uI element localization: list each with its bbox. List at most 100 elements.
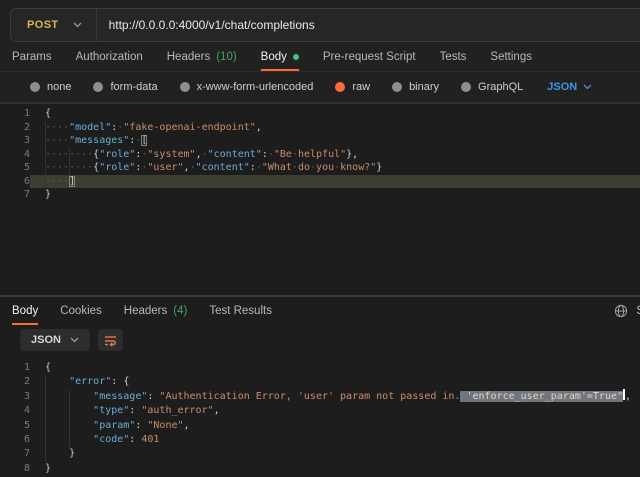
tab-label: Headers xyxy=(167,51,210,63)
line-number: 5 xyxy=(0,161,30,175)
code-token: "role" xyxy=(99,162,135,173)
body-mode-label: form-data xyxy=(110,81,157,93)
code-line: 4········{"role":·"system",·"content":·"… xyxy=(0,148,640,162)
code-token: { xyxy=(45,362,51,373)
tab-body[interactable]: Body xyxy=(261,42,299,71)
code-line: 7} xyxy=(0,188,640,202)
indent-guide xyxy=(45,134,46,148)
language-label: JSON xyxy=(547,81,577,93)
code-token: }, xyxy=(346,149,358,160)
code-line: 4 "type": "auth_error", xyxy=(0,404,640,418)
code-line: 5 "param": "None", xyxy=(0,419,640,433)
body-mode-none[interactable]: none xyxy=(30,81,71,93)
indent-guide xyxy=(45,121,46,135)
tab-headers[interactable]: Headers (10) xyxy=(167,42,237,71)
response-pane: Body Cookies Headers(4) Test Results S JSON xyxy=(0,295,640,477)
code-line: 8} xyxy=(0,462,640,476)
code-token: , xyxy=(214,405,220,416)
wrap-text-button[interactable] xyxy=(98,329,123,351)
line-number: 1 xyxy=(0,107,30,121)
body-mode-label: none xyxy=(47,81,71,93)
radio-icon xyxy=(30,82,40,92)
indent-guide xyxy=(69,404,70,418)
method-label: POST xyxy=(27,19,59,31)
request-body-editor[interactable]: 1{2····"model":·"fake-openai-endpoint",3… xyxy=(0,103,640,295)
response-tab-headers[interactable]: Headers(4) xyxy=(124,297,188,325)
line-number: 5 xyxy=(0,419,30,433)
body-mode-form-data[interactable]: form-data xyxy=(93,81,157,93)
code-token: } xyxy=(69,448,75,459)
response-body-viewer[interactable]: 1{2 "error": {3 "message": "Authenticati… xyxy=(0,355,640,477)
tab-authorization[interactable]: Authorization xyxy=(76,42,143,71)
body-mode-label: raw xyxy=(352,81,370,93)
line-content: { xyxy=(30,107,640,121)
tab-label: Body xyxy=(261,51,287,63)
response-tab-test-results[interactable]: Test Results xyxy=(209,297,272,325)
line-content: "code": 401 xyxy=(30,433,640,447)
tab-count-badge: (10) xyxy=(216,51,236,63)
tab-label: Pre-request Script xyxy=(323,51,416,63)
indent-guide xyxy=(45,390,46,404)
indent-guide xyxy=(45,148,46,162)
tab-params[interactable]: Params xyxy=(12,42,52,71)
body-mode-raw[interactable]: raw xyxy=(335,81,370,93)
indent-guide xyxy=(45,375,46,389)
tab-label: Authorization xyxy=(76,51,143,63)
url-input[interactable] xyxy=(97,18,577,32)
indent-guide xyxy=(69,419,70,433)
line-number: 7 xyxy=(0,188,30,202)
code-token: ···· xyxy=(45,176,69,187)
line-number: 4 xyxy=(0,404,30,418)
response-format-label: JSON xyxy=(31,334,61,346)
radio-icon xyxy=(335,82,345,92)
method-selector[interactable]: POST xyxy=(11,9,96,41)
response-tab-body[interactable]: Body xyxy=(12,297,38,325)
body-mode-list: none form-data x-www-form-urlencoded raw bin… xyxy=(0,72,640,103)
line-content: ····"messages":·[ xyxy=(30,134,640,148)
code-token: "role" xyxy=(99,149,135,160)
tab-settings[interactable]: Settings xyxy=(490,42,532,71)
code-token: 401 xyxy=(141,434,159,445)
body-mode-x-www-form-urlencoded[interactable]: x-www-form-urlencoded xyxy=(180,81,314,93)
code-token: "code" xyxy=(93,434,129,445)
code-token: "content" xyxy=(196,162,250,173)
tab-pre-request-script[interactable]: Pre-request Script xyxy=(323,42,416,71)
language-selector[interactable]: JSON xyxy=(547,81,592,93)
code-line: 2····"model":·"fake-openai-endpoint", xyxy=(0,121,640,135)
code-token: } xyxy=(45,463,51,474)
line-number: 8 xyxy=(0,462,30,476)
code-token: "model" xyxy=(69,122,111,133)
selected-text: 'enforce_user_param'=True" xyxy=(460,391,623,402)
response-format-selector[interactable]: JSON xyxy=(20,329,90,351)
globe-icon xyxy=(614,304,628,318)
code-line: 5········{"role":·"user",·"content":·"Wh… xyxy=(0,161,640,175)
body-mode-graphql[interactable]: GraphQL xyxy=(461,81,523,93)
radio-icon xyxy=(180,82,190,92)
indent-guide xyxy=(45,404,46,418)
response-tab-cookies[interactable]: Cookies xyxy=(60,297,102,325)
code-token: ···· xyxy=(45,122,69,133)
indent-guide xyxy=(45,175,46,189)
code-token: "fake-openai-endpoint" xyxy=(123,122,255,133)
code-token: "system" xyxy=(147,149,195,160)
unsaved-dot-icon xyxy=(293,54,299,60)
response-meta: S xyxy=(614,297,640,325)
response-tabs: Body Cookies Headers(4) Test Results S xyxy=(0,295,640,325)
code-token: } xyxy=(376,162,382,173)
request-tabs: Params Authorization Headers (10) Body Pre-re… xyxy=(0,42,640,72)
tab-label: Tests xyxy=(440,51,467,63)
code-token: { xyxy=(45,108,51,119)
code-token: you xyxy=(316,162,334,173)
body-mode-binary[interactable]: binary xyxy=(392,81,439,93)
code-token: "messages" xyxy=(69,135,129,146)
code-line: 7 } xyxy=(0,447,640,461)
tab-label: Settings xyxy=(490,51,532,63)
body-mode-label: x-www-form-urlencoded xyxy=(197,81,314,93)
line-content: "message": "Authentication Error, 'user'… xyxy=(30,390,640,404)
chevron-down-icon xyxy=(583,84,592,90)
indent-guide xyxy=(69,161,70,175)
code-token: "Authentication Error, 'user' param not … xyxy=(159,391,460,402)
line-number: 3 xyxy=(0,390,30,404)
chevron-down-icon xyxy=(73,22,82,28)
tab-tests[interactable]: Tests xyxy=(440,42,467,71)
